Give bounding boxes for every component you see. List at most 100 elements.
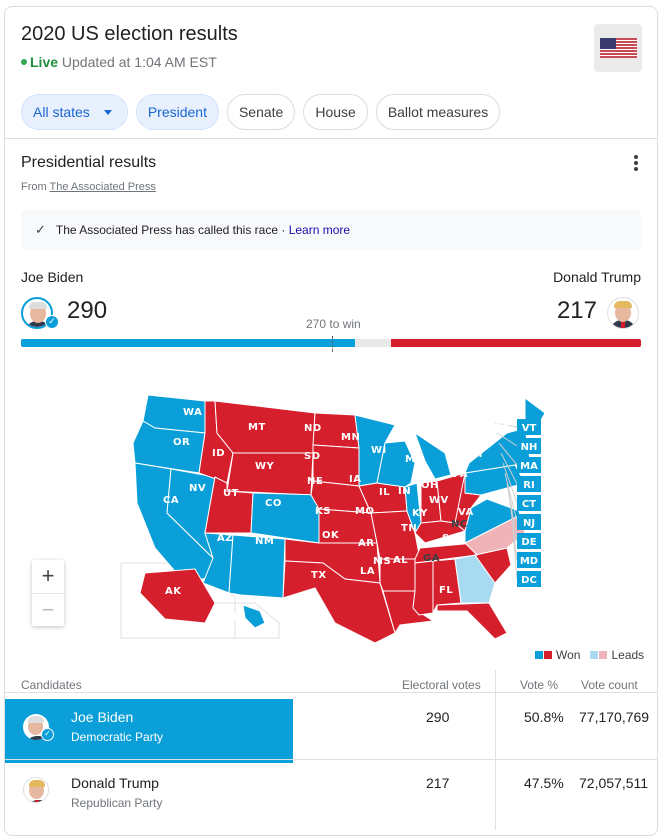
legend-leads: Leads [611,648,645,662]
row-divider [5,692,657,693]
chip-senate[interactable]: Senate [226,94,296,130]
trump-row-pct: 47.5% [524,775,564,791]
trump-bar [390,339,641,347]
trump-row-name[interactable]: Donald Trump [71,775,159,791]
state-label-sc: SC [442,533,458,544]
state-label-nm: NM [255,536,274,547]
to-win-label: 270 to win [306,317,361,331]
chip-ballot-measures[interactable]: Ballot measures [375,94,501,130]
state-label-or: OR [173,437,190,448]
biden-name: Joe Biden [21,269,84,285]
header-vote-pct: Vote % [520,678,559,692]
state-label-ut: UT [223,488,239,499]
state-label-al: AL [393,555,408,566]
biden-row-name[interactable]: Joe Biden [71,709,133,725]
biden-row-pct: 50.8% [524,709,564,725]
biden-row-count: 77,170,769 [579,709,650,725]
biden-row-party: Democratic Party [71,730,164,744]
state-ms[interactable] [412,560,434,616]
trump-row-party: Republican Party [71,796,163,810]
state-box-label-vt: VT [522,423,537,434]
trump-avatar [607,297,639,329]
rep-leads-swatch [599,651,608,659]
state-label-hi: HI [233,612,246,623]
state-box-label-ri: RI [523,480,534,491]
more-vert-icon[interactable] [631,155,641,173]
state-wy[interactable] [226,452,314,496]
state-label-ga: GA [423,553,440,564]
chip-house[interactable]: House [303,94,368,130]
us-flag-icon[interactable] [594,24,642,72]
us-map[interactable]: VT NH MA RI CT NJ DE MD DC WA OR CA NV ID MT WY UT CO AZ N… [115,383,555,643]
state-label-az: AZ [217,533,233,544]
zoom-in-button[interactable]: + [32,560,64,593]
winner-check-icon: ✓ [41,728,54,741]
state-label-ok: OK [322,530,340,541]
state-box-label-nh: NH [521,442,538,453]
state-label-ne: NE [307,476,323,487]
divider [5,138,657,139]
state-label-il: IL [379,487,390,498]
race-called-banner: ✓ The Associated Press has called this ra… [21,210,641,250]
state-label-pa: PA [453,469,468,480]
zoom-out-button[interactable]: − [32,593,64,626]
state-label-tx: TX [311,570,327,581]
trump-row-count: 72,057,511 [579,775,649,791]
state-label-ia: IA [349,474,361,485]
state-label-nd: ND [304,423,322,434]
state-label-id: ID [212,448,225,459]
biden-bar [21,339,356,347]
chip-all-states[interactable]: All states [21,94,128,130]
election-card: 2020 US election results Live Updated at… [4,6,658,836]
filter-chips: All states President Senate House Ballot… [21,94,501,130]
state-mi[interactable] [414,431,452,480]
rep-won-swatch [544,651,552,659]
state-label-mi: MI [405,454,420,465]
state-label-ny: NY [468,449,485,460]
state-label-ky: KY [412,508,428,519]
source-line: From The Associated Press [21,181,156,193]
state-label-me: ME [492,418,510,429]
state-label-mn: MN [341,432,360,443]
to-win-marker [332,336,333,352]
state-box-label-ct: CT [522,499,536,510]
trump-electoral-votes: 217 [556,297,597,324]
dropdown-caret-icon [103,109,112,115]
biden-row-ev: 290 [426,709,450,725]
state-box-label-de: DE [521,537,536,548]
row-divider [5,759,657,760]
state-label-wy: WY [255,461,275,472]
biden-electoral-votes: 290 [67,297,108,324]
dem-won-swatch [535,651,543,659]
chip-president[interactable]: President [135,94,219,130]
state-label-ca: CA [163,495,179,506]
state-box-label-nj: NJ [523,518,535,529]
updated-time: Updated at 1:04 AM EST [61,54,217,70]
state-label-ms: MS [373,556,391,567]
state-fl[interactable] [436,602,508,640]
dem-leads-swatch [590,651,599,659]
live-label: Live [30,54,59,70]
winner-check-icon: ✓ [45,315,59,329]
learn-more-link[interactable]: Learn more [289,223,350,237]
legend-won: Won [556,648,581,662]
state-label-va: VA [458,507,474,518]
trump-row-ev: 217 [426,775,450,791]
header-candidates: Candidates [21,678,82,692]
state-label-la: LA [360,566,375,577]
live-status: Live Updated at 1:04 AM EST [21,54,217,70]
state-label-mo: MO [355,506,374,517]
state-label-oh: OH [421,480,439,491]
check-icon: ✓ [35,222,46,237]
state-box-label-ma: MA [520,461,538,472]
state-label-wv: WV [429,495,449,506]
trump-row-avatar [23,777,49,803]
electoral-progress-bar [21,339,641,347]
column-divider [495,670,496,830]
header-electoral-votes: Electoral votes [402,678,481,692]
page-title: 2020 US election results [21,23,238,45]
section-title: Presidential results [21,154,157,171]
state-label-ak: AK [165,586,182,597]
state-label-tn: TN [401,523,417,534]
source-link[interactable]: The Associated Press [50,181,156,193]
